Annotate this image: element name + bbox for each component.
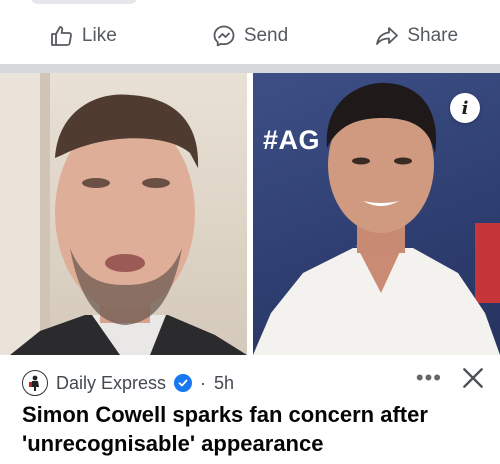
top-nub xyxy=(30,0,138,4)
post-time: 5h xyxy=(214,372,235,393)
separator-dot: · xyxy=(200,372,207,393)
action-bar: Like Send Share xyxy=(0,8,500,64)
close-icon[interactable] xyxy=(460,365,486,391)
like-label: Like xyxy=(81,25,117,46)
more-icon[interactable]: ••• xyxy=(416,367,442,389)
section-divider xyxy=(0,64,500,73)
share-button[interactable]: Share xyxy=(333,24,500,48)
source-name[interactable]: Daily Express xyxy=(56,373,166,394)
like-button[interactable]: Like xyxy=(0,24,167,48)
portrait-left xyxy=(0,73,247,355)
like-icon xyxy=(51,26,72,46)
share-icon xyxy=(376,27,399,45)
share-label: Share xyxy=(407,25,459,46)
photo-right: #AG i xyxy=(253,73,500,355)
send-label: Send xyxy=(243,25,289,46)
photo-overlay-text: #AG xyxy=(263,125,321,155)
source-row: Daily Express · 5h xyxy=(22,368,234,398)
send-button[interactable]: Send xyxy=(167,24,334,48)
article-image[interactable]: #AG i xyxy=(0,73,500,355)
post-controls: ••• xyxy=(416,365,486,391)
verified-icon xyxy=(174,374,193,392)
send-icon xyxy=(213,25,235,47)
daily-express-logo[interactable] xyxy=(22,370,48,396)
photo-left xyxy=(0,73,247,355)
crusader-icon xyxy=(29,375,39,391)
article-headline[interactable]: Simon Cowell sparks fan concern after 'u… xyxy=(22,400,482,458)
info-icon[interactable]: i xyxy=(450,93,480,123)
